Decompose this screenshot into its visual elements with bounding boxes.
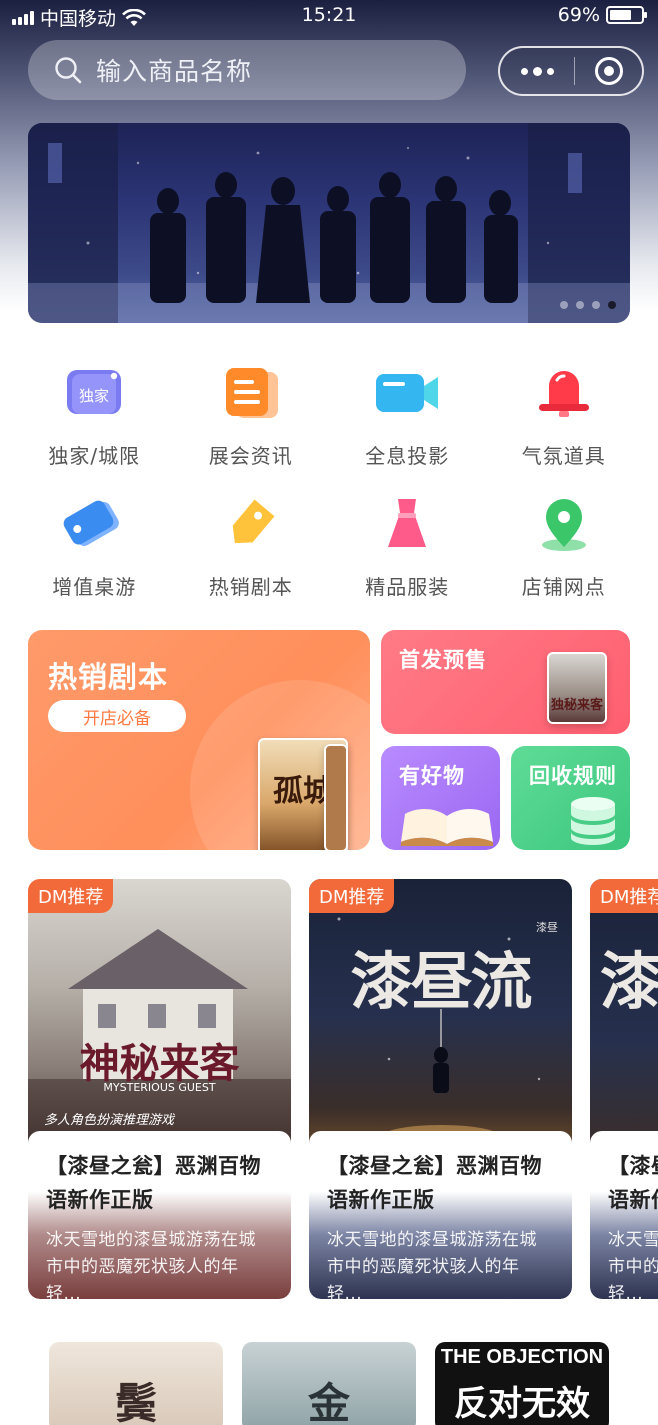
product-title: 【漆昼之瓮】恶渊百物语新作正版 — [608, 1154, 658, 1212]
promo-title: 热销剧本 — [48, 660, 169, 694]
list-item[interactable]: 鬓 — [49, 1342, 223, 1425]
cover-subtitle: MYSTERIOUS GUEST — [103, 1081, 216, 1094]
product-info: 【漆昼之瓮】恶渊百物语新作正版 冰天雪地的漆昼城游荡在城市中的恶魔死状骇人的年轻… — [28, 1131, 291, 1299]
product-info: 【漆昼之瓮】恶渊百物语新作正版 冰天雪地的漆昼城游荡在城市中的恶魔死状骇人的年轻… — [309, 1131, 572, 1299]
category-hot-scripts[interactable]: 热销剧本 — [173, 489, 330, 600]
category-label: 热销剧本 — [208, 575, 293, 599]
banner-dot[interactable] — [592, 301, 600, 309]
recommend-list: 鬓 金 THE OBJECTION 反对无效 — [49, 1342, 609, 1425]
promo-hot-scripts[interactable]: 热销剧本 开店必备 孤城 — [28, 630, 370, 850]
product-cover: 神秘来客 MYSTERIOUS GUEST 多人角色扮演推理游戏 — [28, 879, 291, 1149]
thumb-title: THE OBJECTION — [440, 1346, 604, 1368]
battery-icon — [606, 6, 647, 24]
camera-icon — [369, 358, 445, 428]
banner-indicator — [560, 301, 616, 309]
category-props[interactable]: 气氛道具 — [486, 358, 643, 469]
category-label: 展会资讯 — [208, 444, 293, 468]
category-label: 精品服装 — [365, 575, 450, 599]
promo-title: 回收规则 — [529, 764, 617, 788]
search-placeholder: 输入商品名称 — [96, 57, 253, 86]
product-carousel: 神秘来客 MYSTERIOUS GUEST 多人角色扮演推理游戏 DM推荐 【漆… — [28, 879, 658, 1301]
search-icon — [55, 57, 82, 84]
product-cover: 漆 — [590, 879, 658, 1149]
category-label: 全息投影 — [365, 444, 450, 468]
list-item[interactable]: 金 — [242, 1342, 416, 1425]
category-stores[interactable]: 店铺网点 — [486, 489, 643, 600]
book-cover-back — [324, 744, 348, 850]
product-card[interactable]: 漆昼流 漆昼 DM推荐 【漆昼之瓮】恶渊百物语新作正版 冰天雪地的漆昼城游荡在城… — [309, 879, 572, 1299]
more-menu-button[interactable] — [500, 66, 574, 76]
cover-title: 漆昼流 — [350, 945, 532, 1018]
thumb-title: 金 — [307, 1379, 350, 1425]
exclusive-badge-text: 独家 — [79, 387, 109, 405]
banner-dot[interactable] — [560, 301, 568, 309]
cover-title: 漆 — [600, 945, 658, 1018]
dress-icon — [369, 489, 445, 559]
dm-recommend-badge: DM推荐 — [309, 879, 395, 913]
promo-recycle-rules[interactable]: 回收规则 — [511, 746, 630, 850]
dm-recommend-badge: DM推荐 — [28, 879, 114, 913]
category-label: 独家/城限 — [48, 444, 141, 468]
banner-image — [28, 123, 630, 323]
promo-good-items[interactable]: 有好物 — [381, 746, 500, 850]
category-label: 增值桌游 — [52, 575, 137, 599]
battery-percent: 69% — [557, 4, 600, 26]
category-news[interactable]: 展会资讯 — [173, 358, 330, 469]
product-info: 【漆昼之瓮】恶渊百物语新作正版 冰天雪地的漆昼城游荡在城市中的恶魔死状骇人的年轻… — [590, 1131, 658, 1299]
category-label: 店铺网点 — [521, 575, 606, 599]
book-title: 独秘来客 — [550, 698, 603, 713]
product-title: 【漆昼之瓮】恶渊百物语新作正版 — [327, 1154, 542, 1212]
miniapp-capsule — [498, 46, 644, 96]
target-icon — [594, 57, 623, 85]
category-exclusive[interactable]: 独家 独家/城限 — [16, 358, 173, 469]
thumb-title: 鬓 — [114, 1379, 157, 1425]
location-pin-icon — [526, 489, 602, 559]
bell-icon — [526, 358, 602, 428]
tag-icon — [213, 489, 289, 559]
product-cover: 漆昼流 漆昼 — [309, 879, 572, 1149]
product-card[interactable]: 神秘来客 MYSTERIOUS GUEST 多人角色扮演推理游戏 DM推荐 【漆… — [28, 879, 291, 1299]
category-label: 气氛道具 — [521, 444, 606, 468]
exclusive-icon: 独家 — [56, 358, 132, 428]
open-store-button[interactable]: 开店必备 — [48, 700, 186, 732]
category-boardgame[interactable]: 增值桌游 — [16, 489, 173, 600]
product-card[interactable]: 漆 DM推荐 【漆昼之瓮】恶渊百物语新作正版 冰天雪地的漆昼城游荡在城市中的恶魔… — [590, 879, 658, 1299]
banner-dot-active[interactable] — [608, 301, 616, 309]
ticket-icon — [56, 489, 132, 559]
news-icon — [213, 358, 289, 428]
category-hologram[interactable]: 全息投影 — [329, 358, 486, 469]
product-description: 冰天雪地的漆昼城游荡在城市中的恶魔死状骇人的年轻... — [46, 1230, 256, 1299]
list-item[interactable]: THE OBJECTION 反对无效 — [435, 1342, 609, 1425]
product-title: 【漆昼之瓮】恶渊百物语新作正版 — [46, 1154, 261, 1212]
status-bar: 中国移动 15:21 69% — [0, 0, 658, 32]
close-miniapp-button[interactable] — [575, 57, 642, 85]
banner-carousel[interactable] — [28, 123, 630, 323]
cover-subtitle: 漆昼 — [536, 921, 558, 934]
promo-title: 有好物 — [399, 764, 465, 788]
category-costume[interactable]: 精品服装 — [329, 489, 486, 600]
promo-title: 首发预售 — [399, 648, 487, 672]
thumb-subtitle: 反对无效 — [454, 1384, 590, 1424]
cover-caption: 多人角色扮演推理游戏 — [44, 1113, 175, 1128]
category-grid: 独家 独家/城限 展会资讯 全息投影 气氛道具 增值桌游 热销剧本 精品服装 店… — [16, 358, 642, 600]
banner-dot[interactable] — [576, 301, 584, 309]
database-icon — [571, 797, 615, 845]
search-input[interactable]: 输入商品名称 — [28, 40, 466, 100]
promo-presale[interactable]: 首发预售 独秘来客 — [381, 630, 630, 734]
dm-recommend-badge: DM推荐 — [590, 879, 658, 913]
product-description: 冰天雪地的漆昼城游荡在城市中的恶魔死状骇人的年轻... — [608, 1230, 658, 1299]
open-book-icon — [401, 809, 493, 846]
product-description: 冰天雪地的漆昼城游荡在城市中的恶魔死状骇人的年轻... — [327, 1230, 537, 1299]
book-cover: 独秘来客 — [547, 652, 607, 724]
